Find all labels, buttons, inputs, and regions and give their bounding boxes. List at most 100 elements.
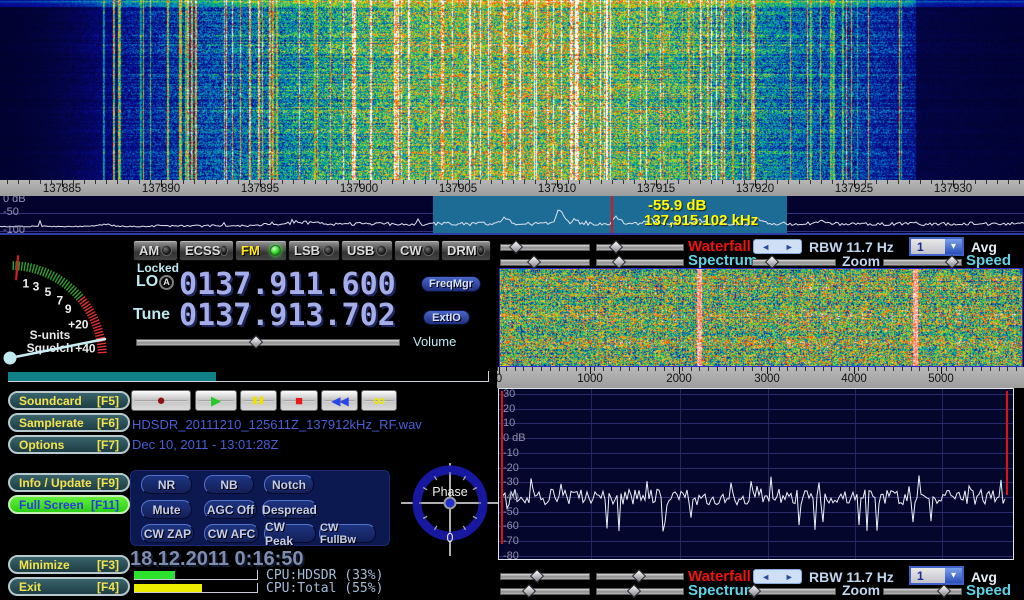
slider-thumb[interactable] — [937, 584, 951, 598]
dropdown-arrow-icon[interactable]: ▾ — [945, 568, 962, 583]
phase-dial[interactable]: Phase 0 — [400, 450, 500, 556]
freq-tick — [541, 367, 542, 371]
speed-slider[interactable] — [883, 585, 962, 598]
waterfall-brightness-slider[interactable] — [500, 241, 590, 254]
scroll-left-icon[interactable]: ◄ — [761, 242, 770, 252]
audio-waterfall-display[interactable] — [500, 269, 1022, 366]
freq-tick — [708, 367, 709, 371]
auto-lo-badge[interactable]: A — [159, 275, 174, 290]
mode-button-cw[interactable]: CW — [394, 240, 440, 261]
tune-frequency-display[interactable]: 0137.913.702 — [179, 301, 396, 331]
mode-button-fm[interactable]: FM — [235, 240, 287, 261]
cw-afc-button[interactable]: CW AFC — [204, 524, 259, 543]
slider-thumb[interactable] — [627, 584, 641, 598]
soundcard-button[interactable]: Soundcard[F5] — [8, 391, 130, 410]
band-scroll-control[interactable]: ◄► — [753, 239, 802, 254]
freq-tick-label: 137905 — [428, 183, 488, 195]
freqmgr-button[interactable]: FreqMgr — [421, 276, 481, 292]
record-button[interactable]: ● — [131, 390, 191, 411]
freq-tick — [7, 180, 8, 184]
freq-tick — [999, 367, 1000, 371]
spectrum-range-slider[interactable] — [500, 585, 590, 598]
freq-tick — [550, 367, 551, 371]
mode-led — [270, 245, 281, 256]
audio-frequency-scale[interactable]: 010002000300040005000 — [497, 367, 1024, 388]
main-spectrum-display[interactable]: 0 dB-50-100 -55.9 dB 137,915.102 kHz — [0, 196, 1024, 235]
cw-zap-button[interactable]: CW ZAP — [141, 524, 194, 543]
mode-button-am[interactable]: AM — [133, 240, 178, 261]
extio-button[interactable]: ExtIO — [423, 310, 470, 325]
notch-button[interactable]: Notch — [264, 475, 314, 494]
mode-button-usb[interactable]: USB — [341, 240, 393, 261]
stop-button[interactable]: ■ — [280, 390, 318, 411]
cpu-total-bar — [134, 583, 258, 593]
play-button[interactable]: ▶ — [195, 390, 237, 411]
recording-file-date: Dec 10, 2011 - 13:01:28Z — [132, 437, 278, 452]
db-label: -40 — [503, 491, 519, 503]
slider-thumb[interactable] — [530, 569, 544, 583]
fullscreen-button[interactable]: Full Screen[F11] — [8, 495, 130, 514]
volume-slider[interactable] — [136, 336, 400, 349]
slider-thumb[interactable] — [944, 255, 958, 269]
samplerate-button[interactable]: Samplerate[F6] — [8, 413, 130, 432]
waterfall-contrast-slider[interactable] — [596, 241, 684, 254]
dropdown-arrow-icon[interactable]: ▾ — [945, 239, 962, 254]
slider-thumb[interactable] — [765, 255, 779, 269]
loop-button[interactable]: ∞ — [361, 390, 397, 411]
options-button[interactable]: Options[F7] — [8, 435, 130, 454]
slider-thumb[interactable] — [522, 584, 536, 598]
freq-tick — [840, 367, 841, 371]
freq-tick — [997, 180, 998, 184]
tune-marker[interactable] — [611, 196, 613, 233]
db-label: -50 — [503, 506, 519, 518]
agc-button[interactable]: AGC Off — [204, 500, 257, 519]
mode-button-lsb[interactable]: LSB — [288, 240, 340, 261]
main-frequency-scale[interactable]: 1378851378901378951379001379051379101379… — [0, 180, 1024, 196]
rewind-button[interactable]: ◀◀ — [321, 390, 358, 411]
lo-frequency-display[interactable]: 0137.911.600 — [179, 270, 396, 300]
cw-fullbw-button[interactable]: CW FullBw — [319, 524, 376, 543]
waterfall-brightness-slider[interactable] — [500, 570, 590, 583]
mute-button[interactable]: Mute — [141, 500, 192, 519]
scroll-right-icon[interactable]: ► — [785, 572, 794, 582]
slider-thumb[interactable] — [527, 255, 541, 269]
info-update-button[interactable]: Info / Update[F9] — [8, 473, 130, 492]
avg-dropdown[interactable]: 1▾ — [909, 237, 964, 256]
spectrum-offset-slider[interactable] — [596, 585, 684, 598]
band-scroll-control[interactable]: ◄► — [753, 569, 802, 584]
freq-tick-label: 137915 — [626, 183, 686, 195]
freq-tick — [743, 367, 744, 371]
cw-peak-button[interactable]: CW Peak — [264, 524, 316, 543]
freq-tick — [814, 367, 815, 371]
waterfall-contrast-slider[interactable] — [596, 570, 684, 583]
freq-tick — [682, 367, 683, 371]
freq-tick — [928, 367, 929, 371]
slider-thumb[interactable] — [612, 255, 626, 269]
nb-button[interactable]: NB — [204, 475, 254, 494]
scroll-right-icon[interactable]: ► — [785, 242, 794, 252]
despread-button[interactable]: Despread — [262, 500, 317, 519]
db-label: 30 — [503, 388, 515, 400]
slider-thumb[interactable] — [509, 240, 523, 254]
mode-button-ecss[interactable]: ECSS — [179, 240, 234, 261]
freq-tick — [194, 180, 195, 184]
pause-button[interactable]: ▮▮ — [240, 390, 277, 411]
main-waterfall-display[interactable] — [0, 0, 1024, 180]
exit-button[interactable]: Exit[F4] — [8, 577, 130, 596]
audio-spectrum-display[interactable]: 3020100 dB-10-20-30-40-50-60-70-80 — [498, 388, 1014, 560]
slider-thumb[interactable] — [632, 569, 646, 583]
slider-thumb[interactable] — [249, 335, 263, 349]
freq-tick — [909, 180, 910, 184]
zoom-slider[interactable] — [752, 585, 836, 598]
level-bar-frame — [8, 371, 489, 382]
nr-button[interactable]: NR — [141, 475, 192, 494]
avg-value: 1 — [911, 568, 945, 583]
slider-thumb[interactable] — [609, 240, 623, 254]
avg-dropdown[interactable]: 1▾ — [909, 566, 964, 585]
scroll-left-icon[interactable]: ◄ — [761, 572, 770, 582]
s-meter[interactable]: 13579+20+40 S-units Squelch — [2, 240, 128, 374]
mode-button-drm[interactable]: DRM — [441, 240, 491, 261]
minimize-button[interactable]: Minimize[F3] — [8, 555, 130, 574]
db-label: -10 — [503, 447, 519, 459]
phase-knob[interactable] — [445, 498, 456, 509]
